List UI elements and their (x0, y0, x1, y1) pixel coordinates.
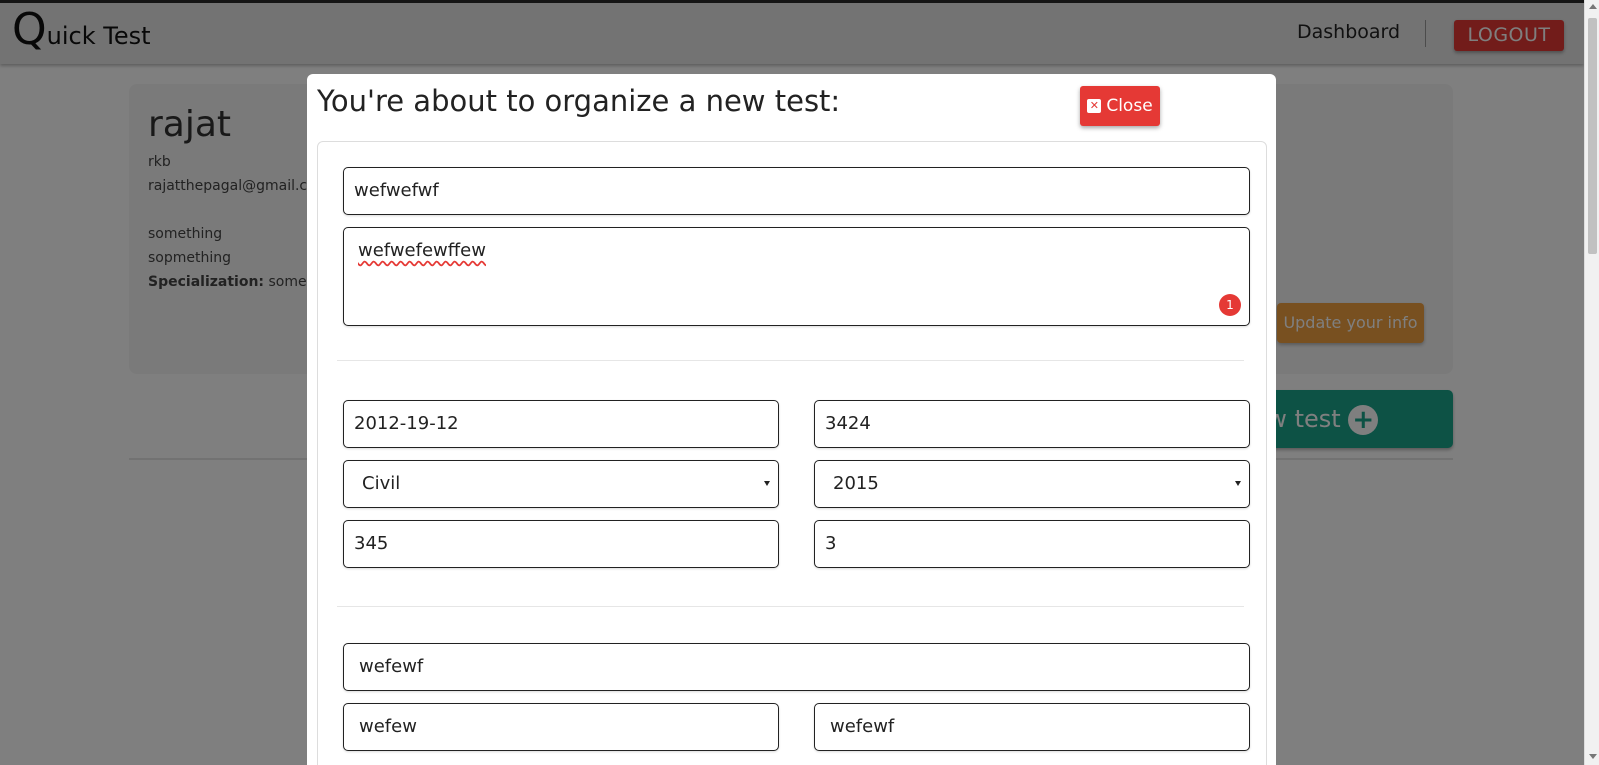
year-select-value: 2015 (833, 473, 879, 494)
form-divider-2 (337, 606, 1244, 607)
duration-input[interactable]: 3424 (814, 400, 1250, 448)
test-form: wefwefwf wefwefewffew 1 2012-19-12 3424 … (317, 141, 1267, 765)
close-label: Close (1106, 96, 1153, 116)
test-name-value: wefwefwf (354, 180, 439, 201)
test-name-input[interactable]: wefwefwf (343, 167, 1250, 215)
question-input[interactable]: wefewf (343, 643, 1250, 691)
number-input-b[interactable]: 3 (814, 520, 1250, 568)
option-b-value: wefewf (830, 716, 895, 737)
form-divider-1 (337, 360, 1244, 361)
scroll-thumb[interactable] (1588, 18, 1597, 254)
close-button[interactable]: ✕ Close (1080, 86, 1160, 126)
option-a-value: wefew (359, 716, 417, 737)
number-a-value: 345 (354, 533, 389, 554)
description-textarea[interactable]: wefwefewffew 1 (343, 227, 1250, 326)
date-value: 2012-19-12 (354, 413, 459, 434)
duration-value: 3424 (825, 413, 871, 434)
close-icon: ✕ (1087, 99, 1102, 113)
description-value: wefwefewffew (358, 240, 486, 261)
option-a-input[interactable]: wefew (343, 703, 779, 751)
organize-test-modal: You're about to organize a new test: ✕ Cl… (307, 74, 1276, 765)
number-input-a[interactable]: 345 (343, 520, 779, 568)
number-b-value: 3 (825, 533, 837, 554)
year-select[interactable]: 2015 (814, 460, 1250, 508)
page-scrollbar[interactable] (1584, 0, 1599, 765)
scroll-down-arrow-icon[interactable] (1589, 754, 1597, 759)
scroll-up-arrow-icon[interactable] (1589, 4, 1597, 9)
chevron-down-icon (764, 481, 770, 486)
branch-select[interactable]: Civil (343, 460, 779, 508)
question-value: wefewf (359, 656, 424, 677)
chevron-down-icon (1235, 481, 1241, 486)
spellcheck-badge[interactable]: 1 (1219, 294, 1241, 316)
date-input[interactable]: 2012-19-12 (343, 400, 779, 448)
branch-select-value: Civil (362, 473, 401, 494)
modal-title: You're about to organize a new test: (317, 84, 841, 118)
option-b-input[interactable]: wefewf (814, 703, 1250, 751)
